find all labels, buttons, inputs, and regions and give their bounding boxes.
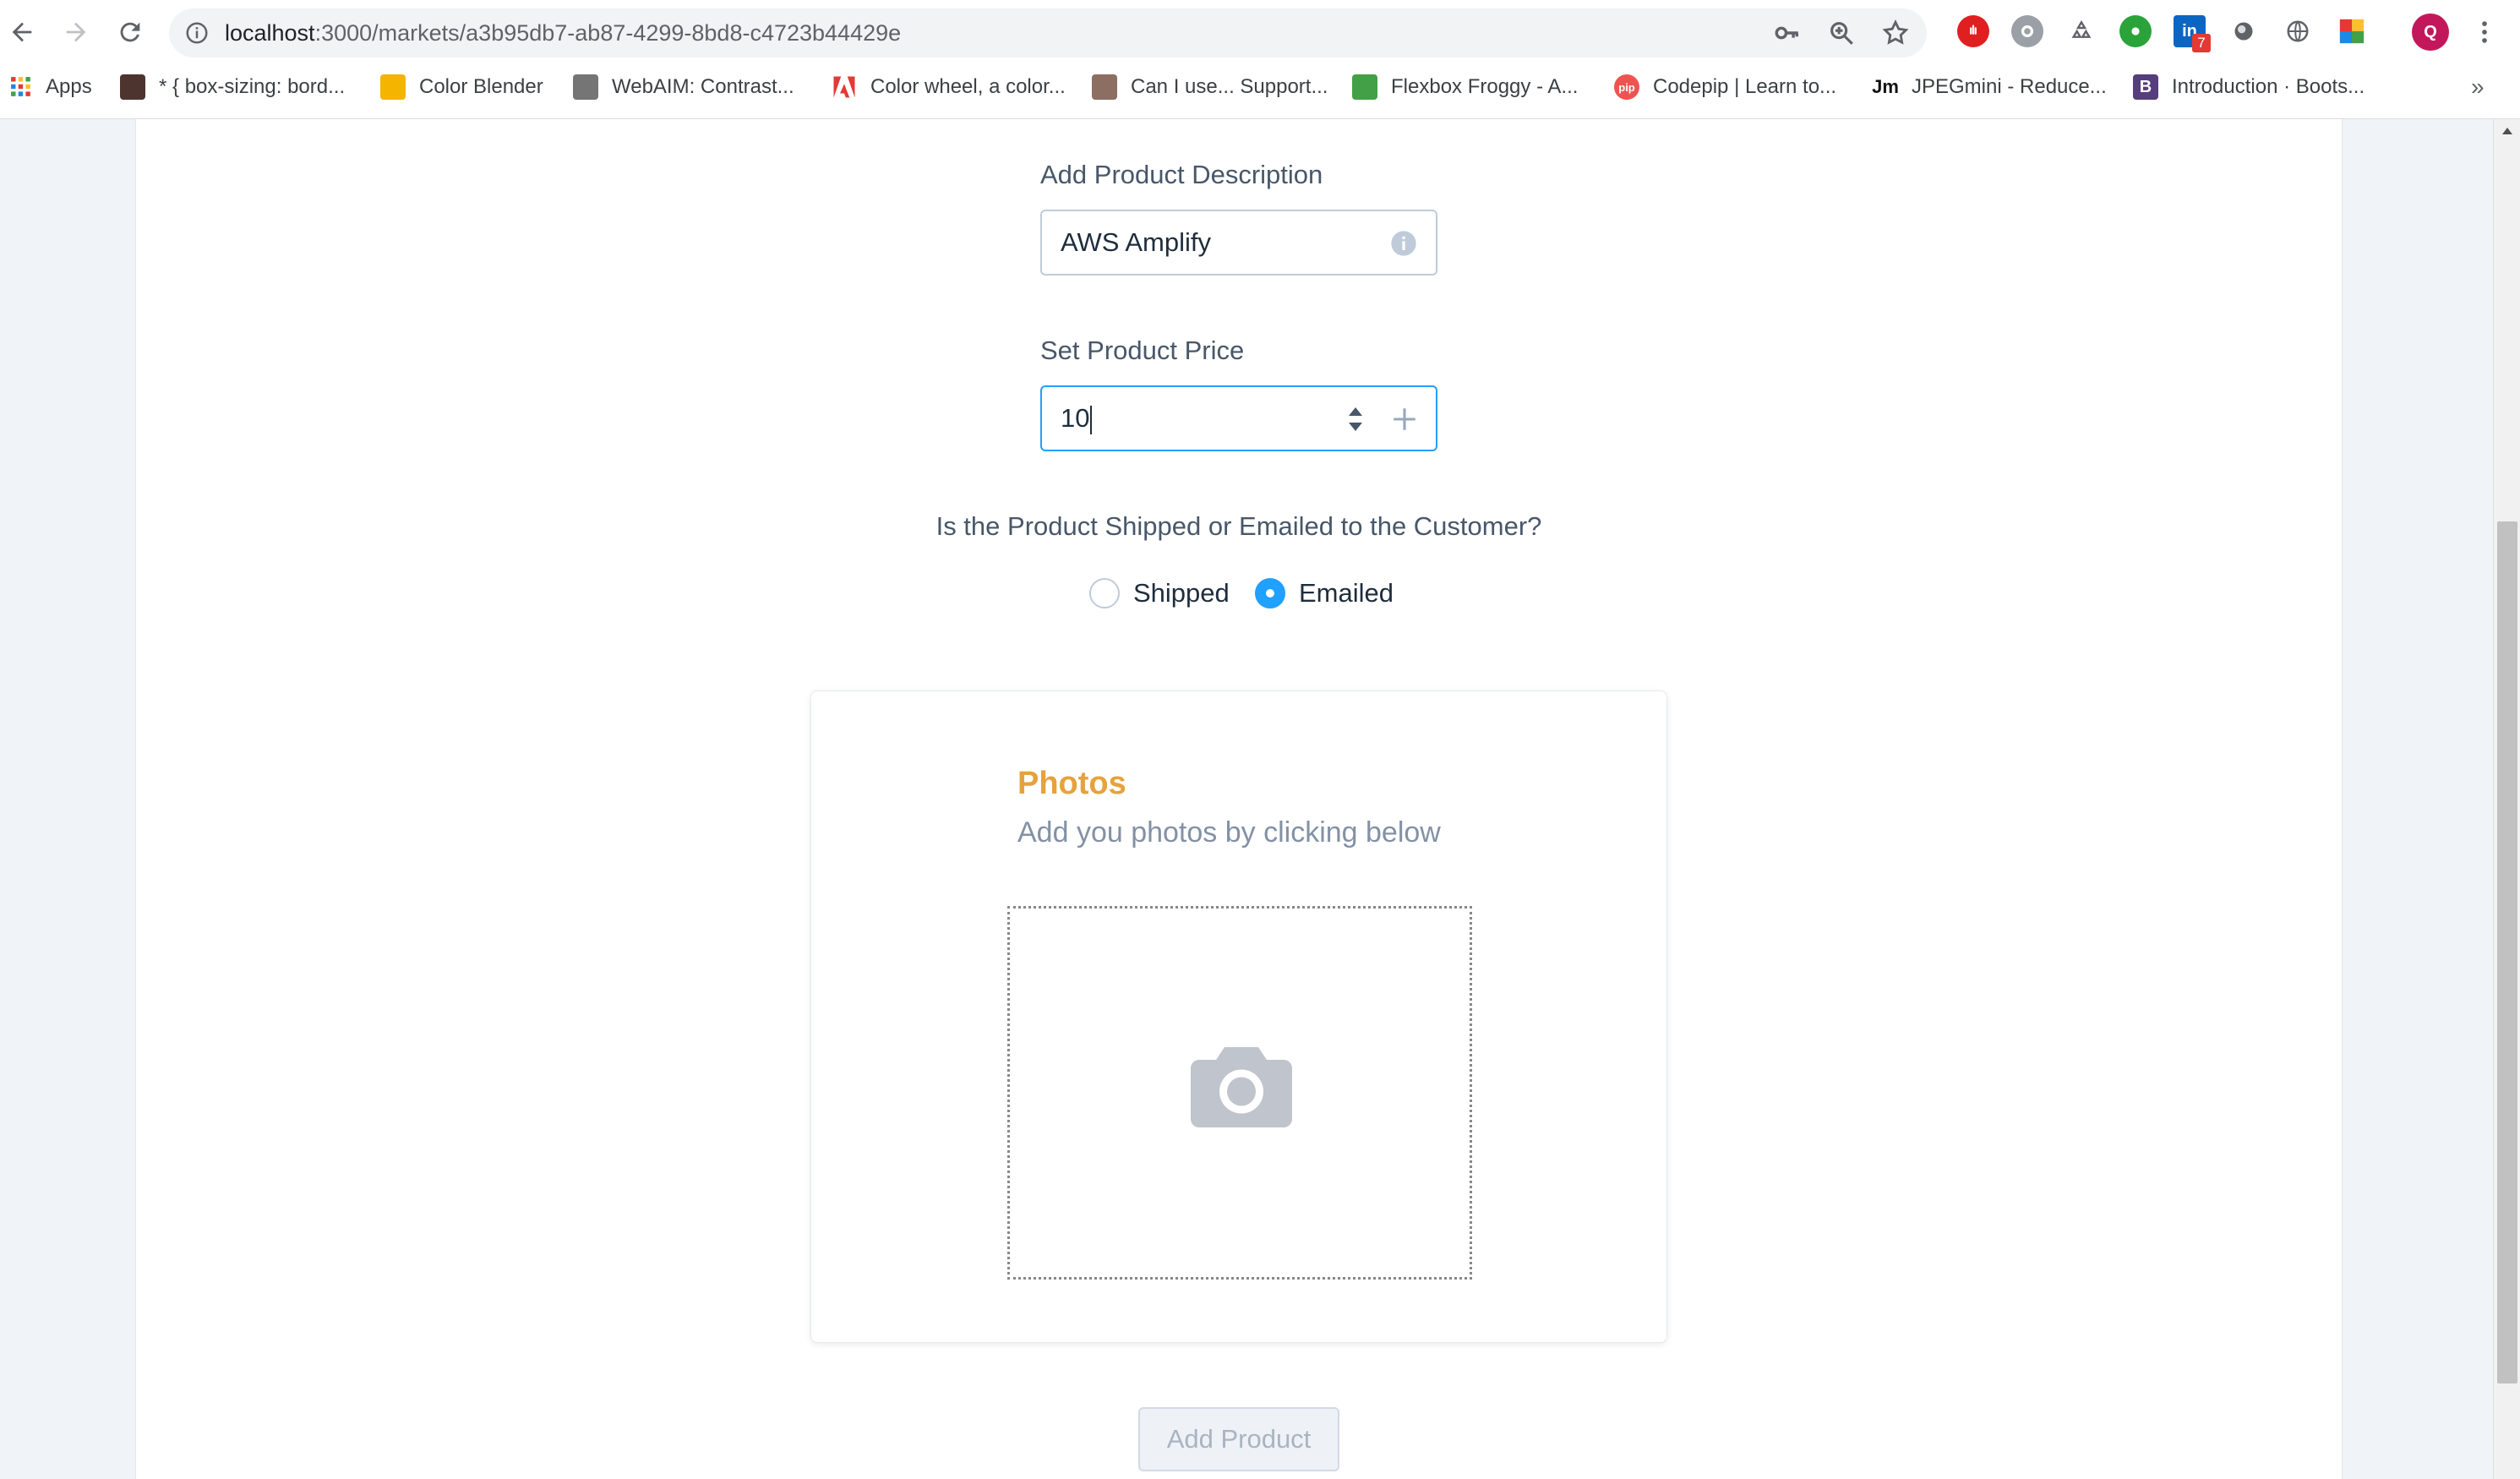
bookmark-color-wheel[interactable]: Color wheel, a color...: [832, 68, 1066, 106]
radio-circle-unchecked: [1089, 578, 1120, 609]
bookmark-label: Can I use... Support...: [1131, 75, 1328, 98]
bookmark-flexbox-froggy[interactable]: Flexbox Froggy - A...: [1352, 68, 1578, 106]
caniuse-favicon: [1092, 74, 1117, 100]
scrollbar-thumb[interactable]: [2497, 521, 2517, 1383]
url-text[interactable]: localhost:3000/markets/a3b95db7-ab87-429…: [225, 8, 901, 57]
colors-extension-icon[interactable]: [2336, 15, 2368, 47]
bookmark-jpegmini[interactable]: Jm JPEGmini - Reduce...: [1872, 68, 2107, 106]
info-icon[interactable]: [184, 20, 210, 46]
bookmark-apps[interactable]: Apps: [10, 68, 92, 106]
bookmark-label: Codepip | Learn to...: [1653, 75, 1837, 98]
info-icon[interactable]: [1390, 230, 1417, 257]
photo-upload-dropzone[interactable]: [1007, 906, 1472, 1280]
key-icon[interactable]: [1773, 19, 1802, 47]
description-input[interactable]: AWS Amplify: [1040, 210, 1437, 276]
bookmark-label: WebAIM: Contrast...: [612, 75, 794, 98]
url-path: :3000/markets/a3b95db7-ab87-4299-8bd8-c4…: [314, 20, 902, 46]
plus-icon[interactable]: [1390, 405, 1419, 434]
bookmark-codepip[interactable]: pip Codepip | Learn to...: [1614, 68, 1836, 106]
bootstrap-favicon: B: [2133, 74, 2158, 100]
camera-icon: [1191, 1047, 1292, 1127]
radio-shipped[interactable]: Shipped: [1089, 578, 1230, 609]
text-caret: [1090, 405, 1093, 434]
page-background: Add Product Description AWS Amplify Set …: [0, 119, 2493, 1479]
adobe-favicon: [832, 74, 857, 100]
browser-chrome: localhost:3000/markets/a3b95db7-ab87-429…: [0, 0, 2520, 119]
bookmark-label: Color wheel, a color...: [870, 75, 1066, 98]
description-input-value: AWS Amplify: [1061, 227, 1211, 257]
radio-emailed[interactable]: Emailed: [1255, 578, 1394, 609]
frog-favicon: [1352, 74, 1377, 100]
bookmark-color-blender[interactable]: Color Blender: [380, 68, 543, 106]
bookmark-box-sizing[interactable]: * { box-sizing: bord...: [120, 68, 345, 106]
reload-icon[interactable]: [112, 14, 149, 51]
linkedin-badge: 7: [2192, 34, 2211, 52]
zoom-icon[interactable]: [1827, 19, 1856, 47]
address-bar[interactable]: localhost:3000/markets/a3b95db7-ab87-429…: [169, 8, 1927, 57]
apps-grid-icon: [10, 76, 32, 98]
circle-extension-icon[interactable]: [2228, 15, 2260, 47]
shipping-question: Is the Product Shipped or Emailed to the…: [935, 511, 1542, 541]
forward-arrow-icon[interactable]: [57, 14, 95, 51]
add-product-button[interactable]: Add Product: [1138, 1407, 1339, 1471]
number-spinner-icon[interactable]: [1345, 404, 1366, 434]
adblock-extension-icon[interactable]: [1957, 15, 1989, 47]
bookmarks-bar: Apps * { box-sizing: bord... Color Blend…: [0, 68, 2520, 106]
radio-label: Shipped: [1133, 578, 1230, 608]
radio-circle-checked: [1255, 578, 1285, 609]
price-input[interactable]: 10: [1040, 385, 1437, 451]
bookmark-caniuse[interactable]: Can I use... Support...: [1092, 68, 1328, 106]
bookmark-label: Flexbox Froggy - A...: [1391, 75, 1579, 98]
bug-extension-icon[interactable]: [2119, 15, 2152, 47]
codepip-favicon: pip: [1614, 74, 1639, 100]
form-card: Add Product Description AWS Amplify Set …: [135, 119, 2343, 1479]
bookmark-bootstrap[interactable]: B Introduction · Boots...: [2133, 68, 2365, 106]
color-blender-favicon: [380, 74, 406, 100]
price-input-value: 10: [1061, 387, 1093, 450]
bookmark-label: JPEGmini - Reduce...: [1912, 75, 2107, 98]
description-label: Add Product Description: [1040, 160, 1323, 189]
star-icon[interactable]: [1881, 19, 1910, 47]
photos-card: Photos Add you photos by clicking below: [810, 690, 1667, 1343]
bookmarks-overflow-chevron-icon[interactable]: »: [2471, 68, 2485, 106]
webaim-favicon: [573, 74, 598, 100]
photos-title: Photos: [1017, 766, 1126, 801]
profile-avatar[interactable]: Q: [2412, 14, 2449, 51]
bookmark-label: Color Blender: [419, 75, 543, 98]
scroll-up-arrow-icon[interactable]: [2501, 126, 2514, 136]
price-label: Set Product Price: [1040, 336, 1245, 365]
globe-extension-icon[interactable]: [2282, 15, 2314, 47]
bookmark-webaim[interactable]: WebAIM: Contrast...: [573, 68, 794, 106]
person-favicon: [120, 74, 145, 100]
bookmark-label: * { box-sizing: bord...: [159, 75, 346, 98]
radio-label: Emailed: [1299, 578, 1394, 608]
recycle-extension-icon[interactable]: [2065, 15, 2097, 47]
bookmark-label: Introduction · Boots...: [2172, 75, 2365, 98]
photos-subtitle: Add you photos by clicking below: [1017, 816, 1441, 849]
jpegmini-favicon: Jm: [1872, 74, 1899, 100]
page-scrollbar[interactable]: [2493, 119, 2520, 1479]
url-host: localhost: [225, 20, 315, 46]
menu-kebab-icon[interactable]: [2466, 14, 2503, 51]
bookmark-label: Apps: [46, 75, 92, 98]
back-arrow-icon[interactable]: [3, 14, 41, 51]
settings-gear-extension-icon[interactable]: [2011, 15, 2043, 47]
